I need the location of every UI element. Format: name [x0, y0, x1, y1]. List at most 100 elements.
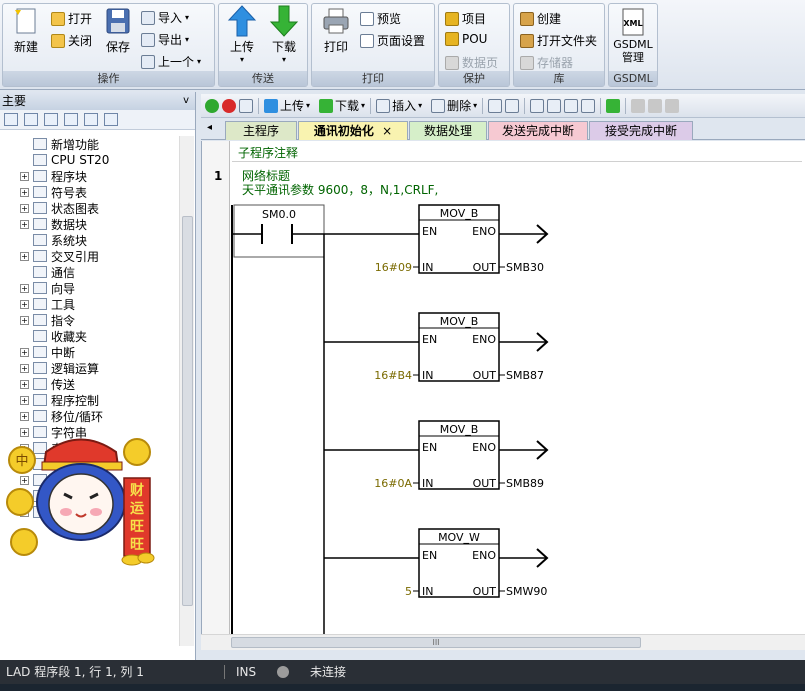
detail-view-icon[interactable]	[84, 113, 98, 126]
branch-right-icon[interactable]	[564, 98, 579, 113]
tree-item[interactable]: + 符号表	[20, 184, 87, 200]
download-icon	[319, 98, 334, 113]
expand-toggle-icon[interactable]: +	[20, 283, 29, 293]
memory-button[interactable]: 存储器	[520, 54, 573, 71]
branch-left-icon[interactable]	[547, 98, 562, 113]
expand-toggle-icon[interactable]: +	[20, 411, 29, 421]
tree-scrollbar[interactable]	[179, 136, 194, 646]
import-button[interactable]: 导入 ▾	[141, 9, 189, 26]
delete-button[interactable]: 删除 ▾	[431, 97, 477, 114]
open-folder-button[interactable]: 打开文件夹	[520, 32, 597, 49]
toolbar-upload-button[interactable]: 上传 ▾	[264, 97, 310, 114]
delete-branch-icon[interactable]	[581, 98, 596, 113]
download-button[interactable]: 下载 ▾	[265, 5, 303, 64]
compile-icon[interactable]	[239, 98, 253, 113]
tree-item[interactable]: 系统块	[20, 232, 87, 248]
expand-toggle-icon[interactable]: +	[20, 203, 29, 213]
tree-item-label: 逻辑运算	[51, 361, 100, 376]
expand-toggle-icon[interactable]: +	[20, 187, 29, 197]
expand-toggle-icon[interactable]: +	[20, 171, 29, 181]
expand-toggle-icon[interactable]: +	[20, 219, 29, 229]
ladder-editor[interactable]: 子程序注释 1 网络标题 天平通讯参数 9600，8，N,1,CRLF, SM0…	[201, 141, 805, 645]
tab-main-program[interactable]: 主程序	[225, 121, 297, 140]
expand-toggle-icon[interactable]: +	[20, 379, 29, 389]
tree-item[interactable]: + 中断	[20, 344, 75, 360]
editor-horizontal-scrollbar[interactable]: III	[201, 634, 805, 650]
tree-item[interactable]: + 传送	[20, 376, 75, 392]
tree-item[interactable]: + 数据块	[20, 216, 87, 232]
open-button[interactable]: 打开	[51, 10, 92, 27]
export-icon	[141, 32, 155, 47]
page-setup-button[interactable]: 页面设置	[360, 32, 425, 49]
tree-item-label: 指令	[51, 313, 76, 328]
lock-icon[interactable]	[631, 98, 646, 113]
new-button[interactable]: 新建	[7, 6, 45, 55]
splitter[interactable]	[201, 650, 805, 660]
tree-item[interactable]: + 工具	[20, 296, 75, 312]
print-button[interactable]: 打印	[318, 6, 354, 55]
contact-address: SM0.0	[262, 208, 296, 221]
data-page-button[interactable]: 数据页	[445, 54, 498, 71]
export-button[interactable]: 导出 ▾	[141, 31, 189, 48]
expand-toggle-icon[interactable]: +	[20, 395, 29, 405]
tree-item[interactable]: + 逻辑运算	[20, 360, 99, 376]
key-icon	[445, 32, 459, 46]
tab-send-complete-interrupt[interactable]: 发送完成中断	[488, 121, 588, 140]
tree-scroll-thumb[interactable]	[182, 216, 193, 606]
editor-scroll-thumb[interactable]: III	[231, 637, 641, 648]
upload-button[interactable]: 上传 ▾	[223, 5, 261, 64]
expand-toggle-icon[interactable]: +	[20, 315, 29, 325]
upload-label: 上传	[229, 40, 254, 54]
network-insert-icon[interactable]	[488, 98, 503, 113]
unlock-icon[interactable]	[648, 98, 663, 113]
en-pin: EN	[422, 333, 437, 346]
gsdml-manage-button[interactable]: XML GSDML 管理	[613, 8, 653, 64]
group-protect-caption: 保护	[439, 71, 509, 86]
tree-item[interactable]: 收藏夹	[20, 328, 87, 344]
tab-data-processing[interactable]: 数据处理	[409, 121, 487, 140]
pou-button[interactable]: POU	[445, 32, 487, 46]
network-delete-icon[interactable]	[505, 98, 520, 113]
key-icon	[445, 11, 459, 26]
table-view-icon[interactable]	[24, 113, 38, 126]
tree-item[interactable]: + 状态图表	[20, 200, 99, 216]
tree-item[interactable]: + 程序控制	[20, 392, 99, 408]
project-button[interactable]: 项目	[445, 10, 486, 27]
previous-button[interactable]: 上一个 ▾	[141, 53, 201, 70]
tree-item[interactable]: 新增功能	[20, 136, 99, 152]
preview-button[interactable]: 预览	[360, 10, 401, 27]
logic-icon	[33, 362, 47, 374]
toolbar-download-button[interactable]: 下载 ▾	[319, 97, 365, 114]
tree-item[interactable]: + 指令	[20, 312, 75, 328]
line-icon[interactable]	[530, 98, 545, 113]
upload-icon	[264, 98, 278, 113]
expand-toggle-icon[interactable]: +	[20, 363, 29, 373]
tabs-left-arrow-icon[interactable]: ◂	[207, 122, 212, 133]
tab-receive-complete-interrupt[interactable]: 接受完成中断	[589, 121, 693, 140]
pin-icon[interactable]: ⅴ	[183, 92, 189, 110]
create-button[interactable]: 创建	[520, 10, 561, 27]
force-icon[interactable]	[665, 98, 680, 113]
eno-pin: ENO	[472, 441, 496, 454]
tree-item[interactable]: + 程序块	[20, 168, 87, 184]
page-view-icon[interactable]	[44, 113, 58, 126]
view-icon[interactable]	[4, 113, 18, 126]
tree-item[interactable]: 通信	[20, 264, 75, 280]
tree-item[interactable]: CPU ST20	[20, 152, 109, 168]
expand-toggle-icon[interactable]: +	[20, 251, 29, 261]
tree-item[interactable]: + 向导	[20, 280, 75, 296]
expand-toggle-icon[interactable]: +	[20, 299, 29, 309]
close-button[interactable]: 关闭	[51, 32, 92, 49]
tab-close-icon[interactable]: ×	[382, 124, 392, 138]
insert-button[interactable]: 插入 ▾	[376, 97, 422, 114]
expand-toggle-icon[interactable]: +	[20, 347, 29, 357]
goto-icon[interactable]	[606, 98, 621, 113]
tree-item[interactable]: + 交叉引用	[20, 248, 99, 264]
stop-icon[interactable]	[222, 98, 236, 113]
tree-item[interactable]: + 移位/循环	[20, 408, 103, 424]
save-button[interactable]: 保存	[101, 6, 135, 55]
monitor-view-icon[interactable]	[104, 113, 118, 126]
tab-comm-init[interactable]: 通讯初始化 ×	[298, 121, 408, 140]
list-view-icon[interactable]	[64, 113, 78, 126]
run-icon[interactable]	[205, 98, 219, 113]
